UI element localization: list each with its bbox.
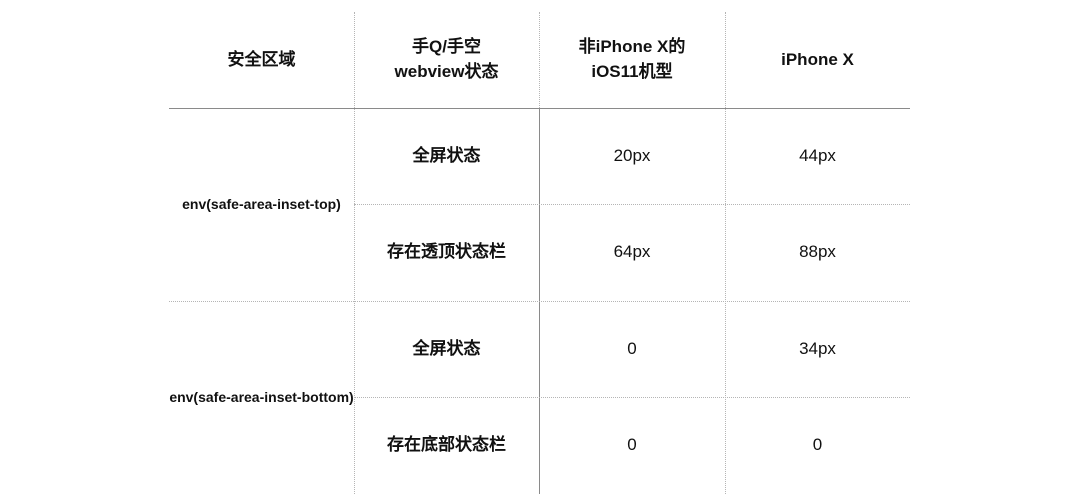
value: 20px [613, 145, 651, 165]
value: 44px [799, 145, 836, 165]
area-label-top: env(safe-area-inset-top) [169, 108, 354, 301]
state-label: 存在底部状态栏 [387, 435, 506, 455]
header-non-iphonex: 非iPhone X的 iOS11机型 [539, 12, 725, 108]
header-iphonex: iPhone X [725, 12, 910, 108]
header-safe-area: 安全区域 [169, 12, 354, 108]
value: 64px [613, 242, 651, 262]
header-webview-state: 手Q/手空 webview状态 [354, 12, 539, 108]
state-label: 全屏状态 [412, 338, 481, 358]
value: 88px [799, 242, 836, 262]
table-cell-non-iphonex: 20px [539, 108, 725, 204]
state-label: 存在透顶状态栏 [387, 242, 506, 262]
table-row-state: 全屏状态 [354, 108, 539, 204]
area-label-bottom-text: env(safe-area-inset-bottom) [169, 389, 354, 406]
table-cell-iphonex: 0 [725, 397, 910, 494]
table-cell-non-iphonex: 0 [539, 301, 725, 397]
area-label-bottom: env(safe-area-inset-bottom) [169, 301, 354, 494]
value: 0 [812, 435, 823, 455]
header-non-iphonex-line1: 非iPhone X的 [578, 37, 686, 57]
table-row-state: 全屏状态 [354, 301, 539, 397]
header-iphonex-label: iPhone X [781, 49, 854, 69]
header-webview-state-line2: webview状态 [394, 62, 499, 81]
table-row-state: 存在底部状态栏 [354, 397, 539, 494]
table-cell-non-iphonex: 0 [539, 397, 725, 494]
table-cell-iphonex: 34px [725, 301, 910, 397]
value: 0 [627, 338, 637, 358]
table-cell-iphonex: 88px [725, 204, 910, 301]
area-label-top-text: env(safe-area-inset-top) [182, 196, 341, 213]
value: 34px [799, 338, 836, 358]
value: 0 [627, 435, 637, 455]
header-safe-area-label: 安全区域 [227, 49, 296, 69]
state-label: 全屏状态 [412, 145, 481, 165]
header-non-iphonex-line2: iOS11机型 [591, 62, 673, 81]
table-cell-iphonex: 44px [725, 108, 910, 204]
table-row-state: 存在透顶状态栏 [354, 204, 539, 301]
header-webview-state-line1: 手Q/手空 [412, 37, 481, 57]
table-cell-non-iphonex: 64px [539, 204, 725, 301]
